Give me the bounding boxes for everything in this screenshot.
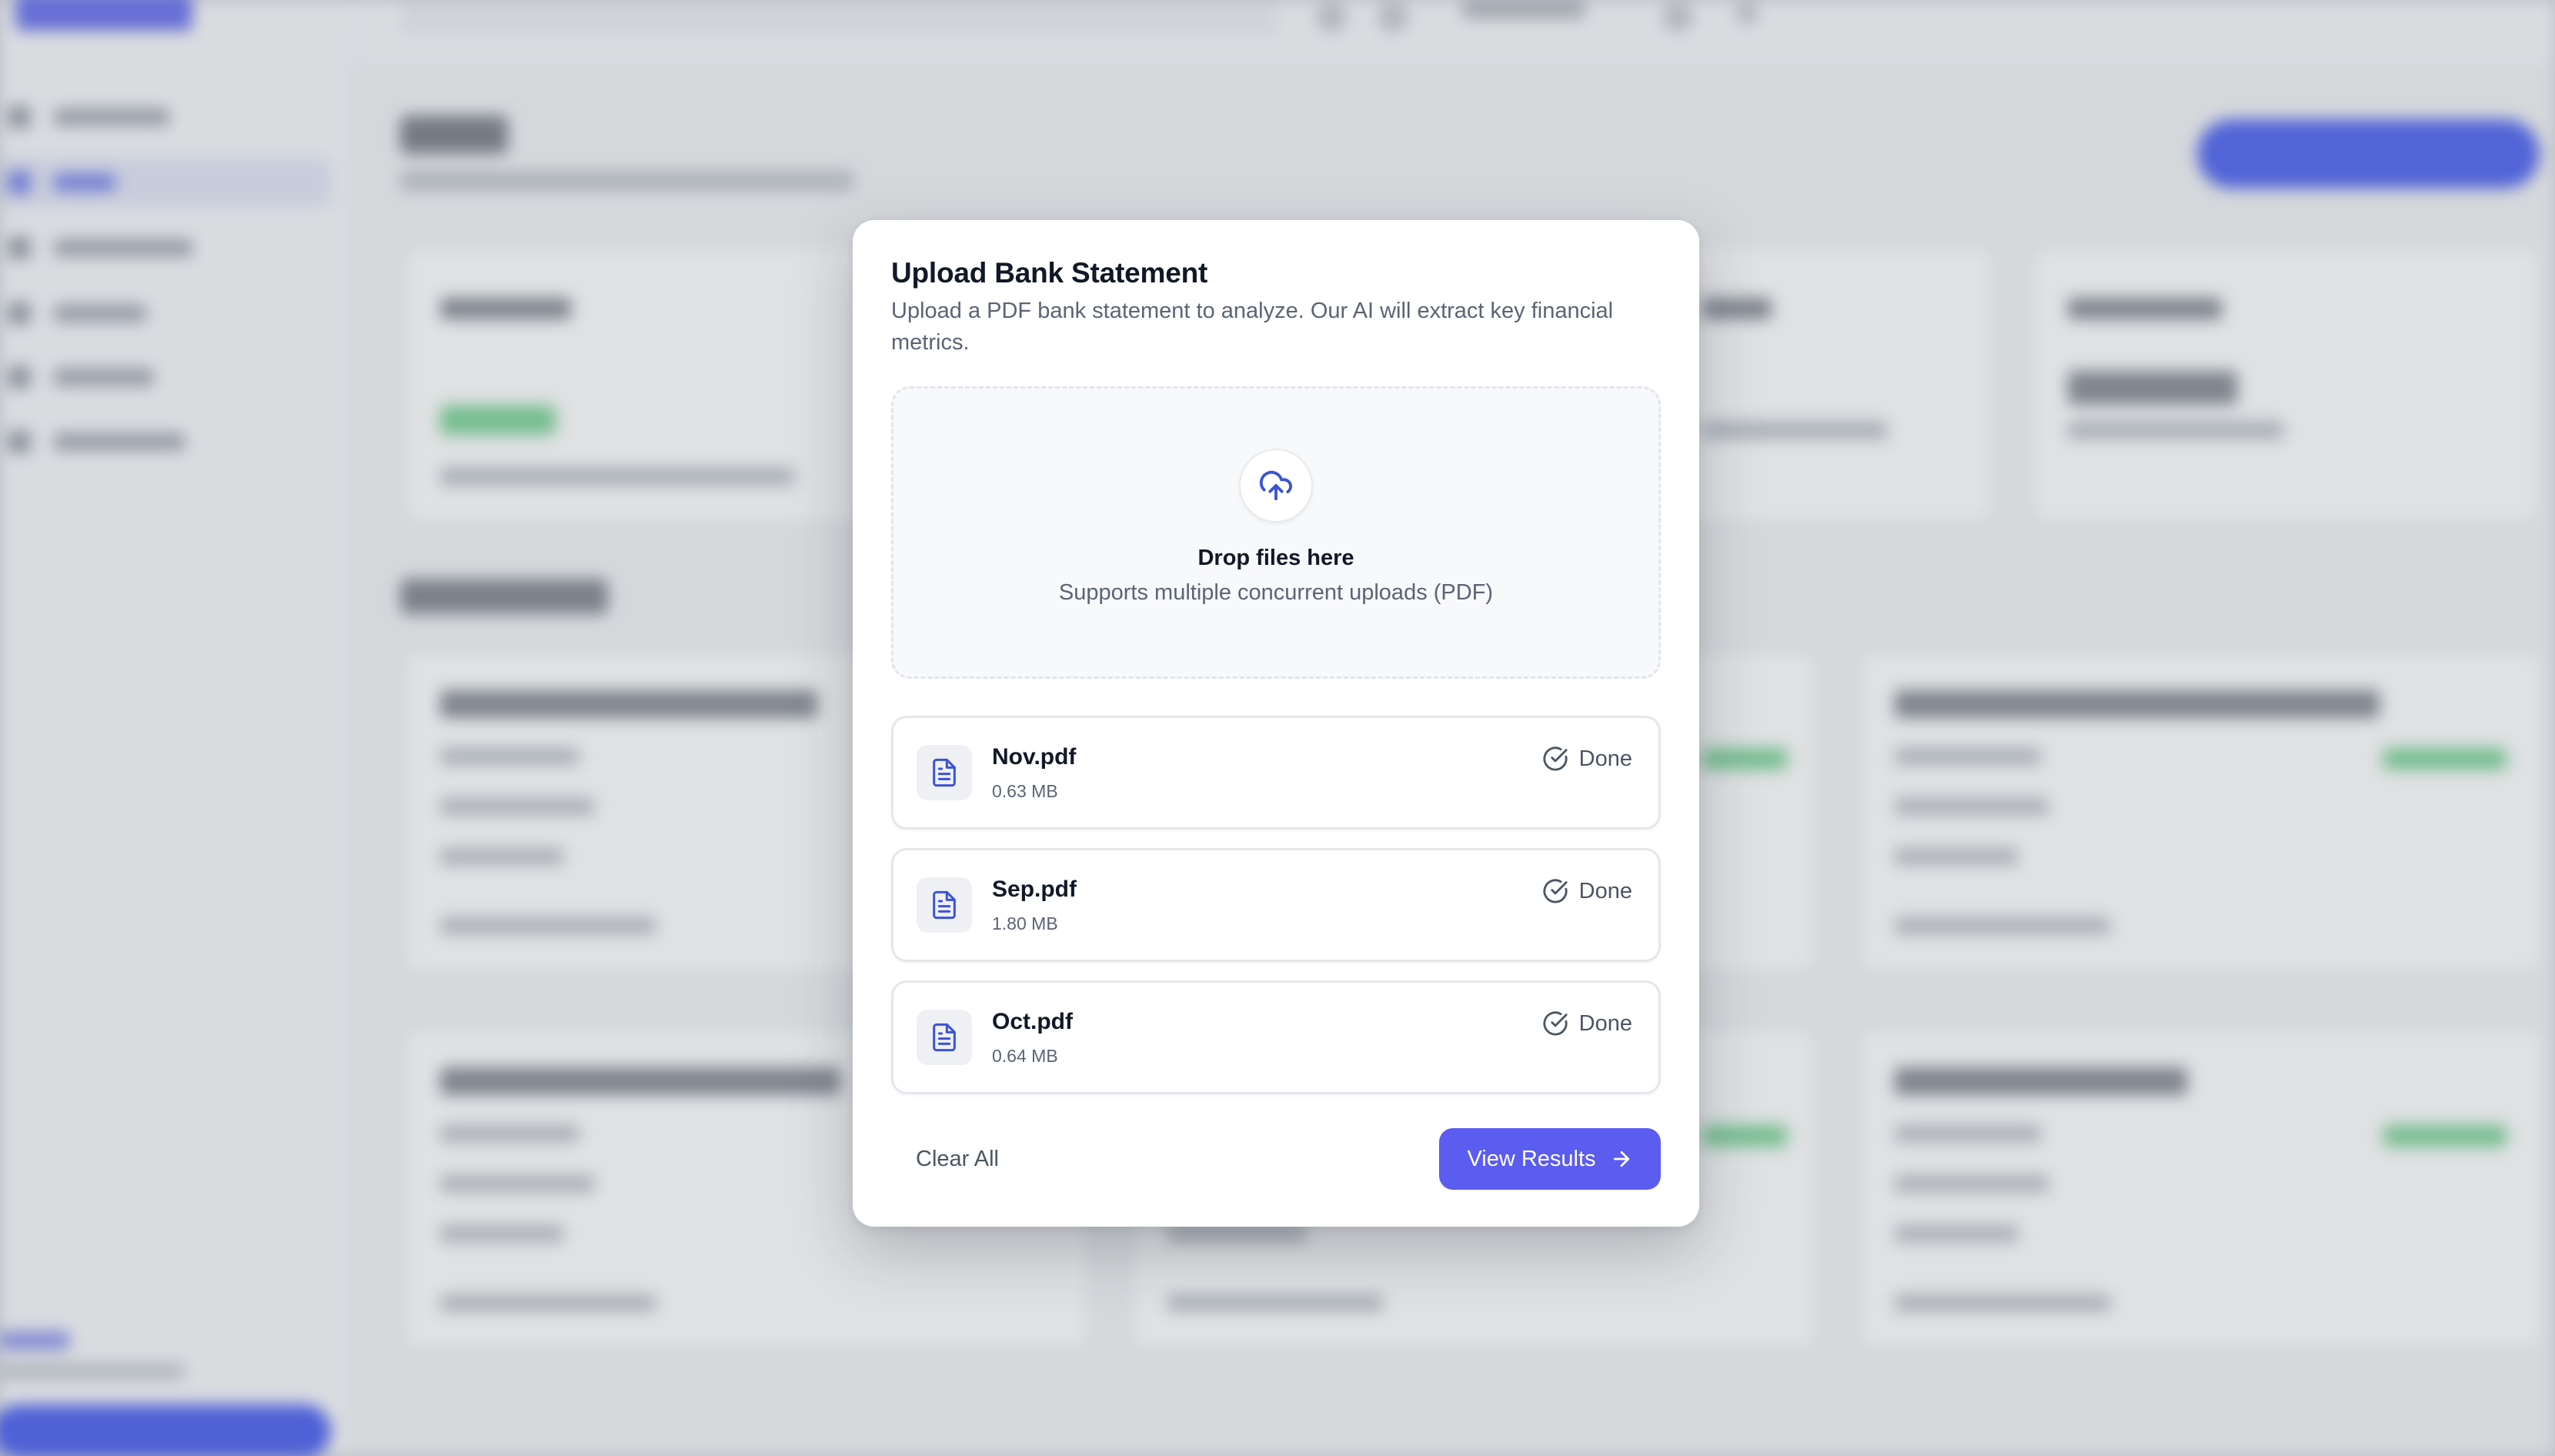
modal-description: Upload a PDF bank statement to analyze. … — [891, 299, 1614, 355]
view-results-button[interactable]: View Results — [1439, 1128, 1661, 1190]
file-status: Done — [1542, 746, 1632, 772]
file-size: 0.64 MB — [992, 1045, 1058, 1066]
upload-modal: Upload Bank Statement Upload a PDF bank … — [853, 220, 1699, 1227]
check-circle-icon — [1543, 746, 1568, 771]
file-name: Oct.pdf — [992, 1008, 1073, 1034]
check-circle-icon — [1543, 879, 1568, 903]
file-dropzone[interactable]: Drop files here Supports multiple concur… — [891, 386, 1661, 679]
file-status-label: Done — [1578, 746, 1632, 771]
view-results-label: View Results — [1467, 1146, 1596, 1171]
file-item[interactable]: Nov.pdf 0.63 MB Done — [891, 716, 1661, 830]
file-item[interactable]: Sep.pdf 1.80 MB Done — [891, 848, 1661, 962]
dropzone-subtitle: Supports multiple concurrent uploads (PD… — [1058, 580, 1494, 605]
file-text-icon — [917, 877, 972, 933]
check-circle-icon — [1543, 1011, 1568, 1036]
file-status: Done — [1542, 1010, 1632, 1037]
cloud-upload-icon — [1239, 449, 1313, 523]
file-list: Nov.pdf 0.63 MB Done Sep.pdf 1.80 MB Don… — [891, 716, 1661, 1094]
file-status: Done — [1542, 878, 1632, 904]
file-text-icon — [917, 745, 972, 800]
arrow-right-icon — [1613, 1150, 1629, 1167]
file-text-icon — [917, 1010, 972, 1065]
file-status-label: Done — [1578, 1010, 1632, 1036]
file-size: 1.80 MB — [992, 913, 1058, 933]
file-name: Sep.pdf — [992, 876, 1077, 902]
file-status-label: Done — [1578, 878, 1632, 903]
modal-title: Upload Bank Statement — [891, 257, 1208, 289]
file-name: Nov.pdf — [992, 743, 1077, 770]
modal-footer: Clear All View Results — [891, 1128, 1661, 1190]
file-item[interactable]: Oct.pdf 0.64 MB Done — [891, 980, 1661, 1094]
dropzone-title: Drop files here — [1197, 546, 1354, 570]
clear-all-button[interactable]: Clear All — [891, 1128, 1024, 1190]
file-size: 0.63 MB — [992, 780, 1058, 801]
